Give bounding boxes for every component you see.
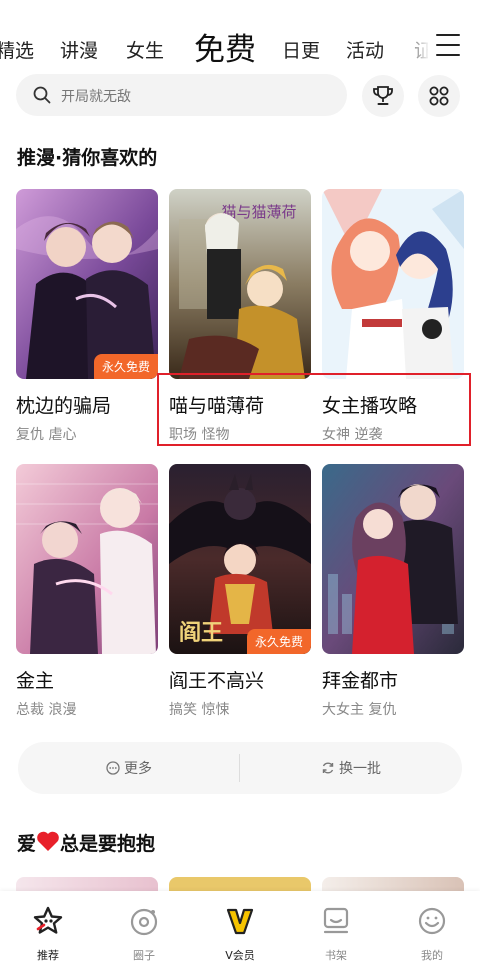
- nav-circle[interactable]: 圈子: [96, 891, 192, 971]
- heart-icon: [37, 831, 59, 851]
- grid-icon: [429, 86, 449, 106]
- action-bar: 更多 换一批: [18, 742, 462, 794]
- nav-profile[interactable]: 我的: [384, 891, 480, 971]
- comic-cover[interactable]: [322, 189, 464, 379]
- free-badge: 永久免费: [246, 629, 311, 654]
- comic-card[interactable]: 阎王 永久免费 阎王不高兴 搞笑 惊悚: [169, 464, 311, 719]
- comic-tags: 复仇 虐心: [16, 427, 77, 443]
- comic-tags: 搞笑 惊悚: [169, 702, 230, 718]
- comic-cover[interactable]: 永久免费: [16, 189, 158, 379]
- nav-recommend[interactable]: 推荐: [0, 891, 96, 971]
- search-icon: [33, 86, 51, 104]
- section-title-suffix: 总是要抱抱: [60, 833, 156, 855]
- comic-card[interactable]: 金主 总裁 浪漫: [16, 464, 158, 719]
- refresh-button[interactable]: 换一批: [240, 742, 462, 794]
- tab-events[interactable]: 活动: [346, 36, 384, 63]
- section-title-recommend: 推漫·猜你喜欢的: [17, 147, 158, 169]
- search-placeholder: 开局就无敌: [61, 89, 131, 105]
- tabs-fade: [400, 28, 430, 64]
- refresh-label: 换一批: [339, 761, 381, 777]
- section-title-prefix: 爱: [17, 833, 37, 855]
- category-grid-button[interactable]: [418, 75, 460, 117]
- comic-title[interactable]: 枕边的骗局: [16, 391, 158, 418]
- trophy-icon: [373, 86, 393, 105]
- nav-label: V会员: [225, 949, 255, 962]
- comic-card[interactable]: 永久免费 枕边的骗局 复仇 虐心: [16, 189, 158, 444]
- circle-icon: [130, 908, 158, 936]
- nav-label: 我的: [421, 949, 443, 962]
- comic-title[interactable]: 拜金都市: [322, 666, 464, 693]
- bottom-nav: 推荐 圈子 V会员 书架 我的: [0, 891, 480, 971]
- highlight-box: [157, 373, 471, 446]
- profile-icon: [418, 907, 446, 935]
- free-badge: 永久免费: [93, 354, 158, 379]
- tab-girls[interactable]: 女生: [126, 36, 164, 63]
- comic-title[interactable]: 金主: [16, 666, 158, 693]
- tab-featured[interactable]: 精选: [0, 36, 34, 63]
- star-icon: [33, 906, 63, 934]
- menu-icon[interactable]: [436, 34, 460, 56]
- comic-cover[interactable]: [16, 464, 158, 654]
- nav-label: 书架: [325, 949, 347, 962]
- comic-cover[interactable]: 猫与猫薄荷: [169, 189, 311, 379]
- more-button[interactable]: 更多: [18, 742, 240, 794]
- nav-label: 圈子: [133, 949, 155, 962]
- category-tabs: 精选 讲漫 女生 免费 日更 活动 证: [0, 14, 480, 74]
- refresh-icon: [322, 762, 334, 774]
- comic-cover[interactable]: 阎王 永久免费: [169, 464, 311, 654]
- nav-vip[interactable]: V会员: [192, 891, 288, 971]
- svg-text:阎王: 阎王: [179, 620, 223, 646]
- comic-tags: 大女主 复仇: [322, 702, 397, 718]
- tab-free[interactable]: 免费: [194, 24, 256, 69]
- bookshelf-icon: [323, 907, 349, 934]
- comic-tags: 总裁 浪漫: [16, 702, 77, 718]
- comic-card[interactable]: 拜金都市 大女主 复仇: [322, 464, 464, 719]
- nav-label: 推荐: [37, 949, 59, 962]
- nav-bookshelf[interactable]: 书架: [288, 891, 384, 971]
- more-label: 更多: [124, 761, 152, 777]
- tab-talk-comics[interactable]: 讲漫: [60, 36, 98, 63]
- vip-icon: [226, 908, 254, 935]
- comic-title[interactable]: 阎王不高兴: [169, 666, 311, 693]
- ranking-button[interactable]: [362, 75, 404, 117]
- search-bar[interactable]: 开局就无敌: [16, 74, 347, 116]
- comic-cover[interactable]: [322, 464, 464, 654]
- tab-daily[interactable]: 日更: [282, 36, 320, 63]
- more-icon: [106, 761, 120, 775]
- section-title-love: 爱 总是要抱抱: [17, 829, 155, 856]
